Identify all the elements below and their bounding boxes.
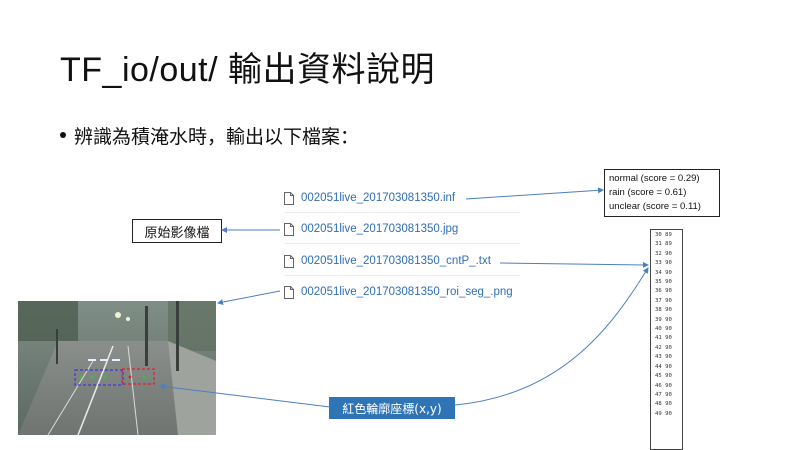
arrow-inf-to-scores: [465, 187, 604, 200]
arrow-label-to-contour: [159, 383, 331, 408]
arrow-png-to-photo: [217, 290, 281, 305]
arrow-label-to-coords: [454, 267, 649, 406]
arrow-txt-to-coords: [499, 261, 649, 268]
connector-arrows: [159, 187, 649, 408]
